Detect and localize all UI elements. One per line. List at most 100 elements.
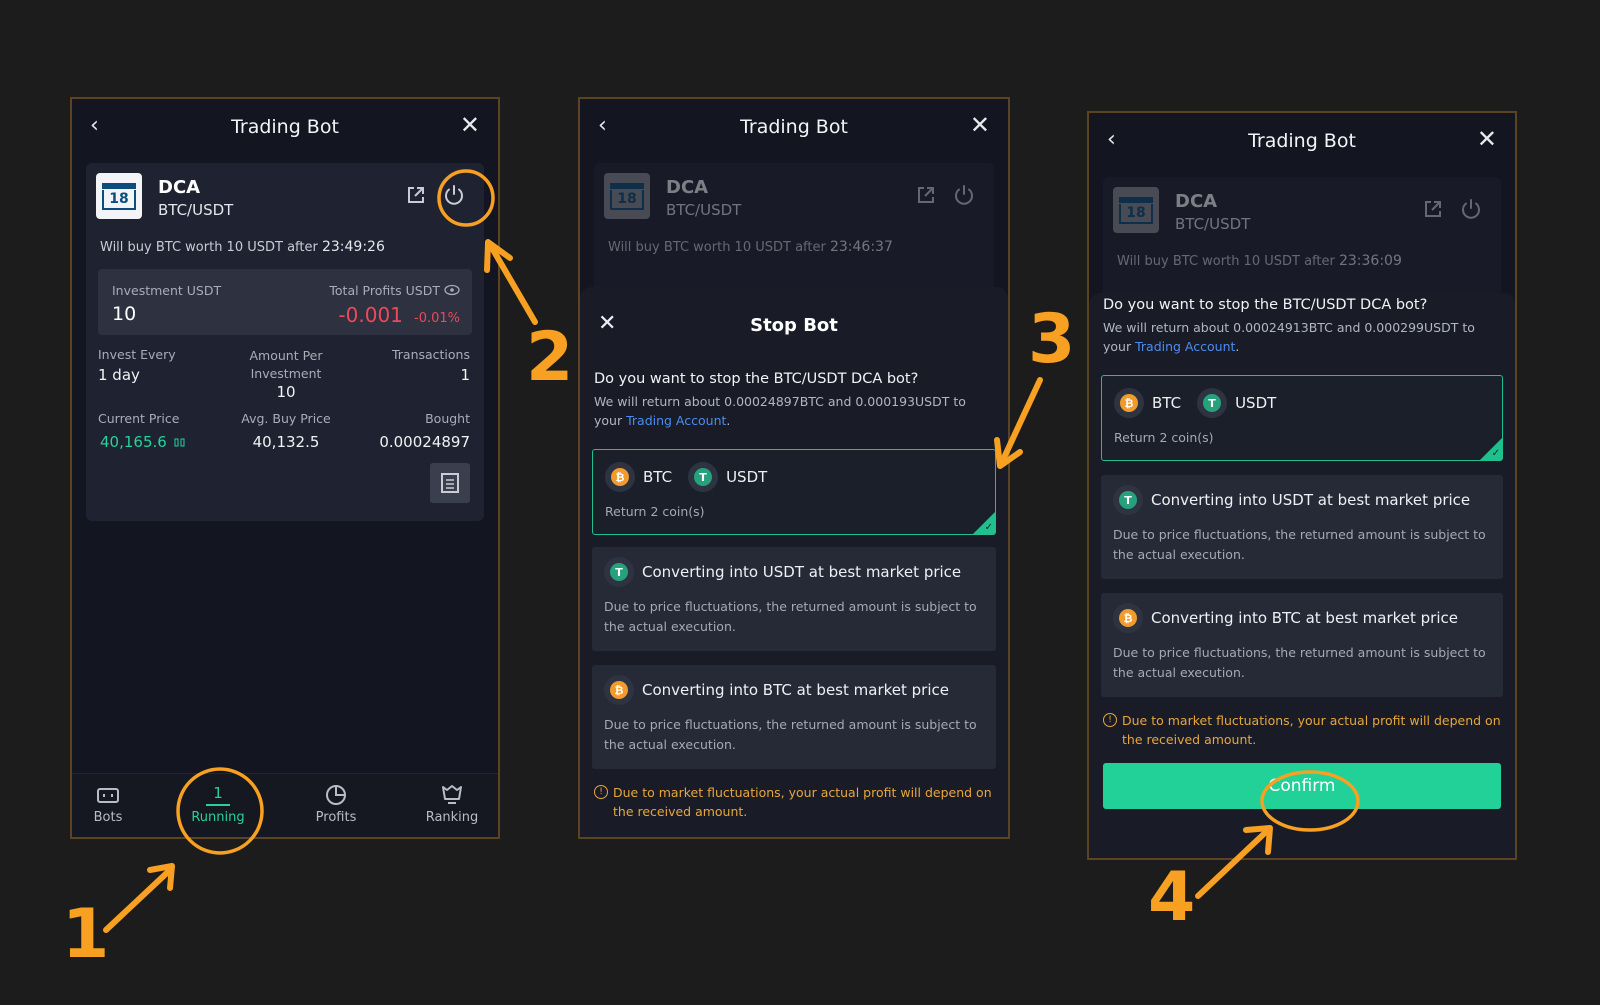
panel-stop-bot: ‹ Trading Bot ✕ 18 DCA BTC/USDT Will buy…: [578, 97, 1010, 839]
amount-per-investment-value: 10: [276, 383, 296, 401]
option-desc: Return 2 coin(s): [605, 504, 705, 519]
avg-buy-price-label: Avg. Buy Price: [241, 411, 331, 426]
step-4-label: 4: [1148, 858, 1196, 937]
stop-bot-sheet: Do you want to stop the BTC/USDT DCA bot…: [1089, 293, 1515, 858]
bottom-nav: Bots 1 Running Profits Ranking: [72, 773, 498, 837]
btc-icon: ₿: [1113, 603, 1143, 633]
calendar-icon: 18: [96, 173, 142, 219]
option-return-coins[interactable]: ₿ BTC T USDT Return 2 coin(s) ✓: [592, 449, 996, 535]
header: ‹ Trading Bot ✕: [72, 99, 498, 155]
bot-pair: BTC/USDT: [1175, 215, 1251, 233]
investment-label: Investment USDT: [112, 283, 222, 298]
page-title: Trading Bot: [231, 116, 339, 138]
option-convert-usdt[interactable]: T Converting into USDT at best market pr…: [1101, 475, 1503, 579]
investment-value: 10: [112, 303, 137, 325]
usdt-icon: T: [604, 557, 634, 587]
calendar-icon: 18: [604, 173, 650, 219]
market-warning: ! Due to market fluctuations, your actua…: [1103, 711, 1501, 749]
option-convert-usdt[interactable]: T Converting into USDT at best market pr…: [592, 547, 996, 651]
bot-card: 18 DCA BTC/USDT Will buy BTC worth 10 US…: [86, 163, 484, 521]
transactions-label: Transactions: [391, 347, 470, 362]
nav-ranking[interactable]: Ranking: [412, 780, 492, 825]
bot-pair: BTC/USDT: [666, 201, 742, 219]
btc-icon: ₿: [604, 675, 634, 705]
stop-bot-sheet: ✕ Stop Bot Do you want to stop the BTC/U…: [580, 287, 1008, 837]
panel-confirm-stop: ‹ Trading Bot ✕ 18 DCA BTC/USDT Will buy…: [1087, 111, 1517, 860]
avg-buy-price-value: 40,132.5: [252, 433, 320, 451]
option-convert-btc[interactable]: ₿ Converting into BTC at best market pri…: [592, 665, 996, 769]
transactions-value: 1: [460, 366, 470, 384]
close-icon[interactable]: ✕: [460, 111, 480, 139]
bot-pair: BTC/USDT: [158, 201, 234, 219]
countdown: 23:49:26: [321, 239, 385, 255]
bought-label: Bought: [425, 411, 470, 426]
details-button[interactable]: [430, 463, 470, 503]
panel-trading-bot-running: ‹ Trading Bot ✕ 18 DCA BTC/USDT Will buy…: [70, 97, 500, 839]
pie-chart-icon: [326, 785, 346, 805]
chart-icon[interactable]: [174, 437, 186, 447]
option-return-coins[interactable]: ₿ BTC T USDT Return 2 coin(s) ✓: [1101, 375, 1503, 461]
nav-bots[interactable]: Bots: [72, 780, 148, 825]
usdt-icon: T: [1113, 485, 1143, 515]
btc-icon: ₿: [605, 462, 635, 492]
return-info: We will return about 0.00024897BTC and 0…: [594, 394, 966, 428]
next-buy-info: Will buy BTC worth 10 USDT after 23:36:0…: [1117, 253, 1402, 269]
power-icon: [1462, 199, 1480, 219]
bot-icon: [97, 788, 119, 803]
nav-profits[interactable]: Profits: [296, 780, 376, 825]
trading-account-link[interactable]: Trading Account: [626, 413, 726, 428]
next-buy-info: Will buy BTC worth 10 USDT after 23:49:2…: [100, 239, 385, 255]
nav-running[interactable]: 1 Running: [178, 780, 258, 826]
confirm-button[interactable]: Confirm: [1103, 763, 1501, 809]
arrow-to-running: [103, 867, 173, 933]
close-icon[interactable]: ✕: [970, 111, 990, 139]
profits-value: -0.001 -0.01%: [338, 303, 460, 327]
option-desc: Return 2 coin(s): [1114, 430, 1214, 445]
option-desc: Due to price fluctuations, the returned …: [604, 599, 977, 634]
investment-box: Investment USDT 10 Total Profits USDT -0…: [98, 269, 472, 335]
usdt-icon: T: [1197, 388, 1228, 418]
header: ‹ Trading Bot ✕: [580, 99, 1008, 155]
usdt-icon: T: [688, 462, 719, 492]
running-count: 1: [213, 783, 223, 802]
power-icon: [955, 185, 973, 205]
eye-icon[interactable]: [444, 284, 460, 296]
document-icon: [441, 473, 459, 493]
bot-name: DCA: [158, 177, 201, 198]
stop-question: Do you want to stop the BTC/USDT DCA bot…: [1103, 297, 1428, 313]
info-icon: !: [1103, 713, 1117, 727]
option-desc: Due to price fluctuations, the returned …: [1113, 645, 1486, 680]
back-icon[interactable]: ‹: [1107, 127, 1116, 152]
header: ‹ Trading Bot ✕: [1089, 113, 1515, 169]
bot-name: DCA: [666, 177, 709, 198]
sheet-title: Stop Bot: [750, 315, 838, 336]
page-title: Trading Bot: [740, 116, 848, 138]
close-icon[interactable]: ✕: [1477, 125, 1497, 153]
stop-question: Do you want to stop the BTC/USDT DCA bot…: [594, 371, 919, 387]
current-price-value: 40,165.6: [100, 433, 186, 451]
trading-account-link[interactable]: Trading Account: [1135, 339, 1235, 354]
current-price-label: Current Price: [98, 411, 180, 426]
invest-every-label: Invest Every: [98, 347, 176, 362]
back-icon[interactable]: ‹: [598, 113, 607, 138]
info-icon: !: [594, 785, 608, 799]
share-icon: [1425, 201, 1441, 217]
share-icon[interactable]: [406, 185, 426, 205]
amount-per-investment-label: Amount Per Investment: [249, 348, 323, 381]
profits-label: Total Profits USDT: [329, 283, 440, 298]
back-icon[interactable]: ‹: [90, 113, 99, 138]
option-convert-btc[interactable]: ₿ Converting into BTC at best market pri…: [1101, 593, 1503, 697]
step-1-label: 1: [62, 895, 110, 974]
next-buy-info: Will buy BTC worth 10 USDT after 23:46:3…: [608, 239, 893, 255]
invest-every-value: 1 day: [98, 366, 140, 384]
step-3-label: 3: [1028, 300, 1076, 379]
power-icon[interactable]: [442, 183, 466, 207]
page-title: Trading Bot: [1248, 130, 1356, 152]
return-info: We will return about 0.00024913BTC and 0…: [1103, 320, 1475, 354]
bot-name: DCA: [1175, 191, 1218, 212]
bought-value: 0.00024897: [379, 433, 470, 451]
trophy-icon: [442, 785, 462, 804]
market-warning: ! Due to market fluctuations, your actua…: [594, 783, 994, 821]
option-desc: Due to price fluctuations, the returned …: [604, 717, 977, 752]
calendar-icon: 18: [1113, 187, 1159, 233]
